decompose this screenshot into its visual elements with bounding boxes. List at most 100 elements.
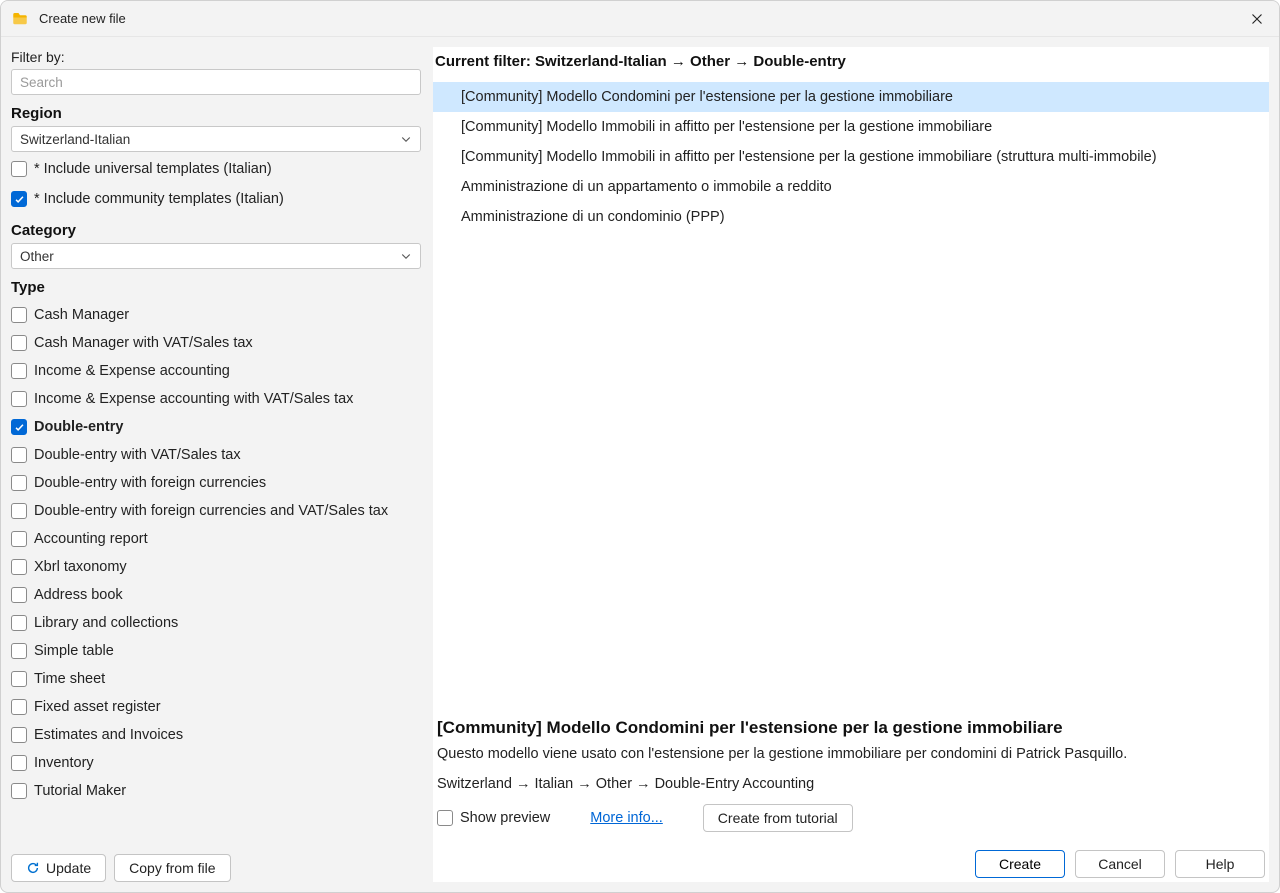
type-label: Address book <box>34 587 123 603</box>
checkbox-icon <box>11 587 27 603</box>
type-checkbox[interactable]: Cash Manager <box>11 302 421 328</box>
show-preview-checkbox[interactable]: Show preview <box>437 805 550 831</box>
checkbox-icon <box>11 391 27 407</box>
help-button[interactable]: Help <box>1175 850 1265 878</box>
template-list: [Community] Modello Condomini per l'este… <box>433 82 1269 710</box>
type-list: Cash Manager Cash Manager with VAT/Sales … <box>11 302 421 844</box>
checkbox-checked-icon <box>11 191 27 207</box>
update-button-label: Update <box>46 860 91 876</box>
category-select-value: Other <box>20 249 54 264</box>
checkbox-checked-icon <box>11 419 27 435</box>
detail-pane: [Community] Modello Condomini per l'este… <box>433 710 1269 882</box>
more-info-link[interactable]: More info... <box>590 810 663 826</box>
type-checkbox[interactable]: Income & Expense accounting <box>11 358 421 384</box>
type-checkbox[interactable]: Fixed asset register <box>11 694 421 720</box>
type-checkbox[interactable]: Double-entry with VAT/Sales tax <box>11 442 421 468</box>
type-label: Double-entry <box>34 419 123 435</box>
checkbox-icon <box>11 699 27 715</box>
type-label: Accounting report <box>34 531 148 547</box>
type-checkbox[interactable]: Double-entry <box>11 414 421 440</box>
include-community-checkbox[interactable]: * Include community templates (Italian) <box>11 186 421 212</box>
checkbox-icon <box>11 671 27 687</box>
type-checkbox[interactable]: Cash Manager with VAT/Sales tax <box>11 330 421 356</box>
checkbox-icon <box>11 503 27 519</box>
detail-title: [Community] Modello Condomini per l'este… <box>437 718 1265 738</box>
include-universal-checkbox[interactable]: * Include universal templates (Italian) <box>11 156 421 182</box>
type-label: Library and collections <box>34 615 178 631</box>
type-checkbox[interactable]: Tutorial Maker <box>11 778 421 804</box>
type-checkbox[interactable]: Simple table <box>11 638 421 664</box>
main-pane: Current filter: Switzerland-Italian → Ot… <box>433 47 1269 882</box>
type-label: Income & Expense accounting with VAT/Sal… <box>34 391 353 407</box>
checkbox-icon <box>11 755 27 771</box>
app-icon <box>11 10 29 28</box>
type-checkbox[interactable]: Accounting report <box>11 526 421 552</box>
template-item[interactable]: Amministrazione di un condominio (PPP) <box>433 202 1269 232</box>
type-checkbox[interactable]: Xbrl taxonomy <box>11 554 421 580</box>
checkbox-icon <box>11 531 27 547</box>
chevron-down-icon <box>400 250 412 262</box>
checkbox-icon <box>11 363 27 379</box>
type-label: Time sheet <box>34 671 105 687</box>
include-community-label: * Include community templates (Italian) <box>34 191 284 207</box>
type-checkbox[interactable]: Estimates and Invoices <box>11 722 421 748</box>
type-checkbox[interactable]: Inventory <box>11 750 421 776</box>
region-heading: Region <box>11 105 421 122</box>
update-button[interactable]: Update <box>11 854 106 882</box>
checkbox-icon <box>11 307 27 323</box>
template-item[interactable]: [Community] Modello Immobili in affitto … <box>433 112 1269 142</box>
checkbox-icon <box>11 475 27 491</box>
filter-by-label: Filter by: <box>11 49 421 65</box>
type-checkbox[interactable]: Library and collections <box>11 610 421 636</box>
type-label: Estimates and Invoices <box>34 727 183 743</box>
copy-from-file-label: Copy from file <box>129 860 215 876</box>
type-checkbox[interactable]: Double-entry with foreign currencies and… <box>11 498 421 524</box>
refresh-icon <box>26 861 40 875</box>
type-checkbox[interactable]: Double-entry with foreign currencies <box>11 470 421 496</box>
category-select[interactable]: Other <box>11 243 421 269</box>
checkbox-icon <box>11 615 27 631</box>
window-title: Create new file <box>39 11 1245 26</box>
template-item[interactable]: [Community] Modello Condomini per l'este… <box>433 82 1269 112</box>
type-label: Double-entry with foreign currencies <box>34 475 266 491</box>
type-label: Simple table <box>34 643 114 659</box>
cancel-button[interactable]: Cancel <box>1075 850 1165 878</box>
dialog-footer-buttons: Create Cancel Help <box>437 850 1265 878</box>
type-label: Tutorial Maker <box>34 783 126 799</box>
type-checkbox[interactable]: Income & Expense accounting with VAT/Sal… <box>11 386 421 412</box>
dialog-window: Create new file Filter by: Region Switze… <box>0 0 1280 893</box>
checkbox-icon <box>11 447 27 463</box>
category-heading: Category <box>11 222 421 239</box>
type-label: Xbrl taxonomy <box>34 559 127 575</box>
template-item[interactable]: [Community] Modello Immobili in affitto … <box>433 142 1269 172</box>
create-button[interactable]: Create <box>975 850 1065 878</box>
current-filter-label: Current filter: Switzerland-Italian → Ot… <box>433 47 1269 82</box>
titlebar: Create new file <box>1 1 1279 37</box>
checkbox-icon <box>437 810 453 826</box>
type-label: Double-entry with VAT/Sales tax <box>34 447 241 463</box>
include-universal-label: * Include universal templates (Italian) <box>34 161 272 177</box>
type-label: Double-entry with foreign currencies and… <box>34 503 388 519</box>
close-button[interactable] <box>1245 7 1269 31</box>
checkbox-icon <box>11 161 27 177</box>
region-select-value: Switzerland-Italian <box>20 132 130 147</box>
type-label: Cash Manager <box>34 307 129 323</box>
type-label: Inventory <box>34 755 94 771</box>
checkbox-icon <box>11 559 27 575</box>
template-item[interactable]: Amministrazione di un appartamento o imm… <box>433 172 1269 202</box>
checkbox-icon <box>11 335 27 351</box>
region-select[interactable]: Switzerland-Italian <box>11 126 421 152</box>
checkbox-icon <box>11 643 27 659</box>
search-input[interactable] <box>11 69 421 95</box>
chevron-down-icon <box>400 133 412 145</box>
type-checkbox[interactable]: Address book <box>11 582 421 608</box>
type-heading: Type <box>11 279 421 296</box>
detail-description: Questo modello viene usato con l'estensi… <box>437 746 1265 762</box>
create-from-tutorial-button[interactable]: Create from tutorial <box>703 804 853 832</box>
type-checkbox[interactable]: Time sheet <box>11 666 421 692</box>
checkbox-icon <box>11 783 27 799</box>
show-preview-label: Show preview <box>460 810 550 826</box>
sidebar: Filter by: Region Switzerland-Italian * … <box>11 47 421 882</box>
type-label: Fixed asset register <box>34 699 161 715</box>
copy-from-file-button[interactable]: Copy from file <box>114 854 230 882</box>
